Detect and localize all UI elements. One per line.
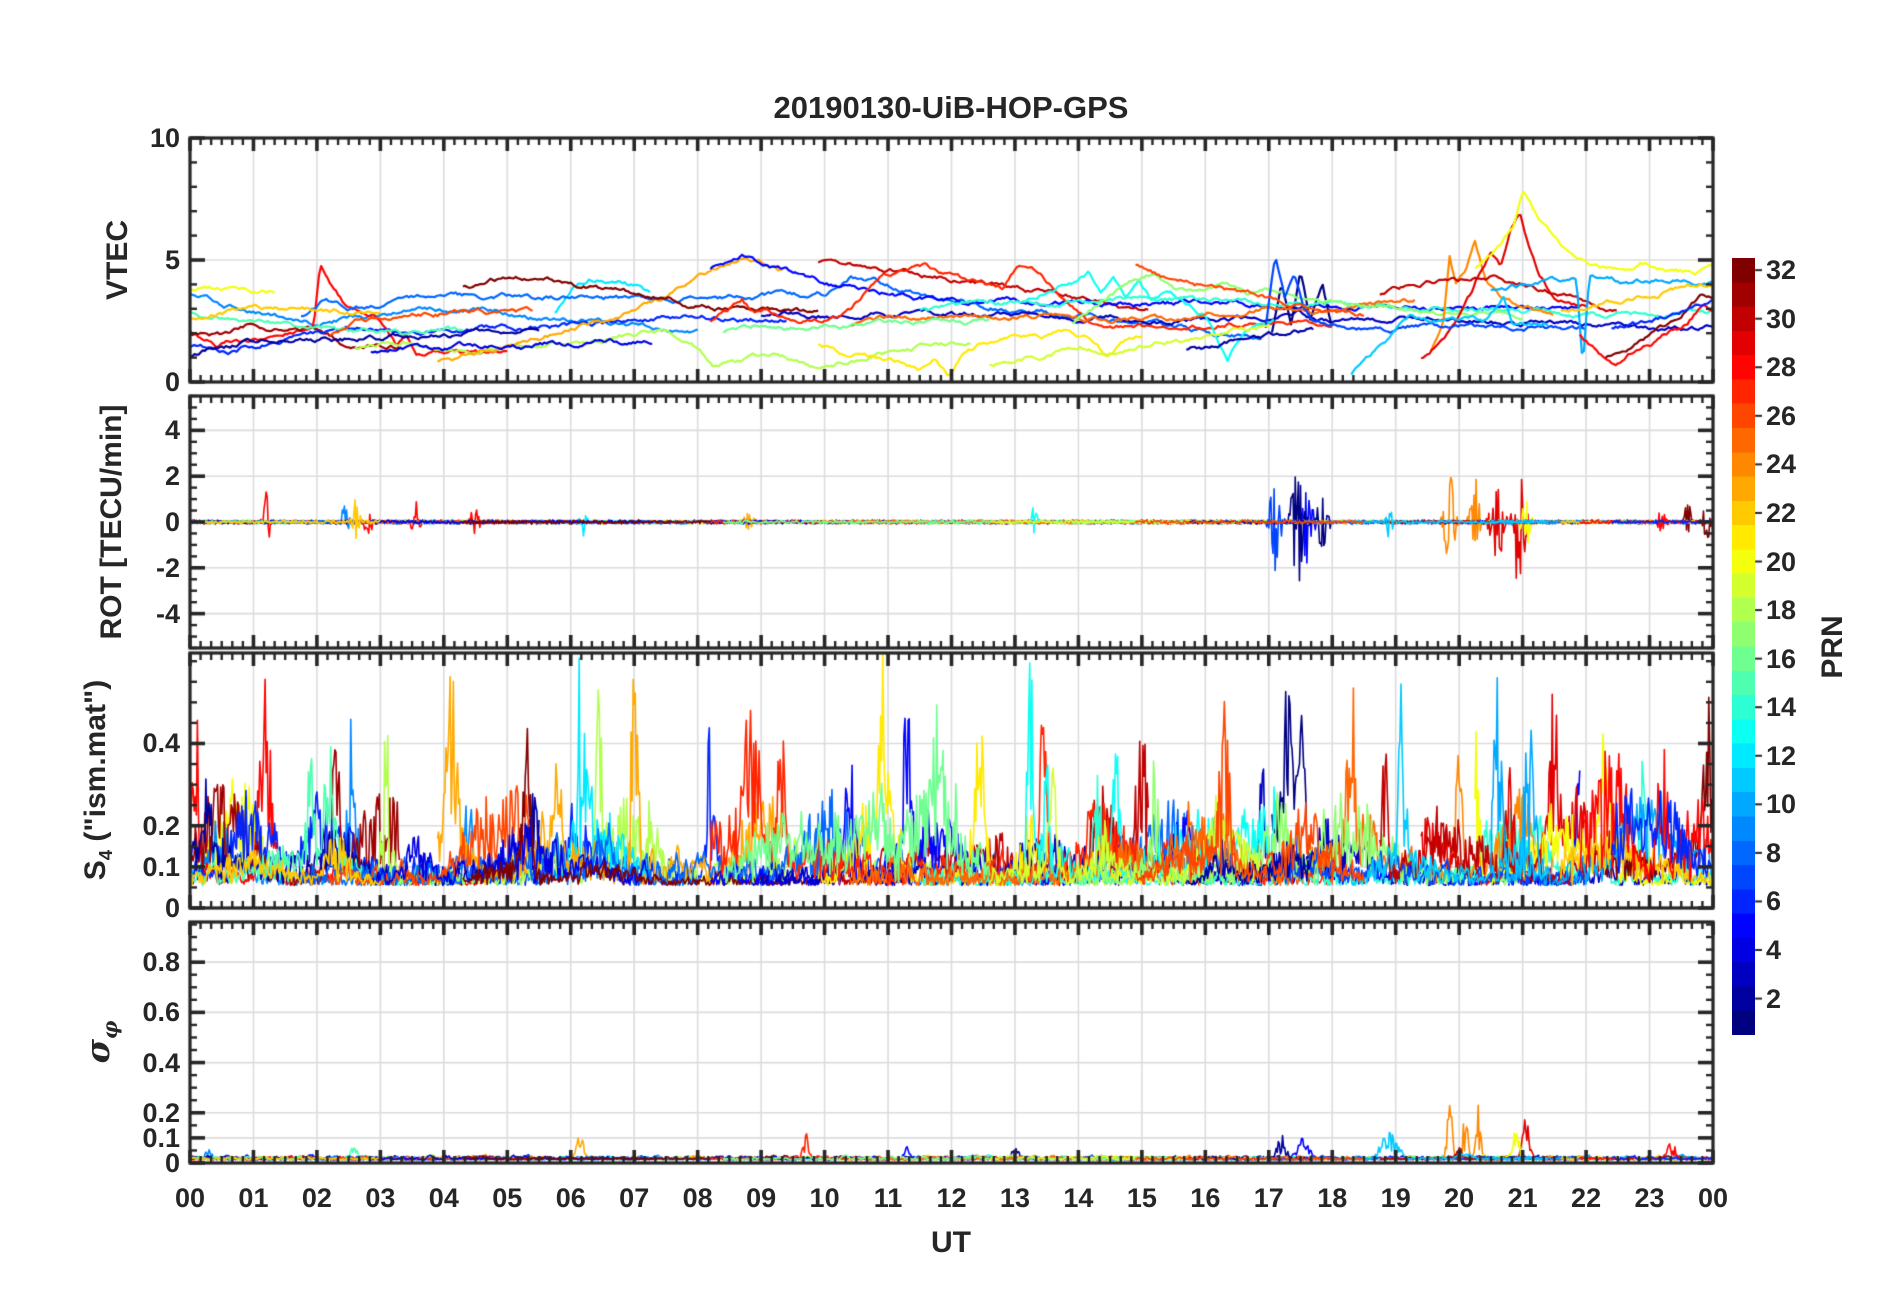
y-tick-label: 0.8: [142, 947, 180, 978]
gps-scintillation-figure: 20190130-UiB-HOP-GPS VTEC ROT [TECU/min]…: [0, 0, 1902, 1292]
y-tick-label: 0: [164, 507, 180, 537]
colorbar-tick-label: 22: [1766, 497, 1797, 528]
y-tick-label: 0.4: [142, 728, 180, 759]
y-tick-label: 0.4: [142, 1047, 180, 1078]
y-tick-label: -2: [155, 552, 180, 583]
colorbar-tick-label: 18: [1766, 595, 1797, 626]
colorbar-tick-label: 16: [1766, 643, 1797, 674]
colorbar-tick-label: 14: [1766, 692, 1797, 723]
colorbar-tick-label: 6: [1766, 886, 1782, 917]
y-tick-label: 0.2: [142, 810, 180, 841]
chart-title: 20190130-UiB-HOP-GPS: [773, 90, 1129, 125]
y-tick-label: 0: [164, 893, 180, 923]
y-tick-label: -4: [155, 598, 180, 629]
colorbar-tick-label: 20: [1766, 546, 1797, 577]
xlabel-ut: UT: [931, 1226, 971, 1259]
colorbar-tick-label: 28: [1766, 352, 1797, 383]
colorbar-tick-label: 10: [1766, 789, 1797, 820]
y-tick-label: 5: [164, 245, 180, 275]
colorbar-tick-label: 4: [1766, 935, 1782, 966]
colorbar-tick-label: 32: [1766, 255, 1797, 286]
colorbar-tick-label: 8: [1766, 837, 1782, 868]
y-tick-label: 10: [149, 123, 180, 153]
colorbar-tick-label: 12: [1766, 740, 1797, 771]
y-tick-label: 4: [164, 415, 180, 446]
colorbar: [1732, 258, 1755, 1035]
colorbar-tick-label: 26: [1766, 400, 1797, 431]
chart-canvas: [0, 0, 1902, 1292]
colorbar-tick-label: 30: [1766, 303, 1797, 334]
y-tick-label: 0: [164, 367, 180, 397]
y-tick-label: 0.6: [142, 997, 180, 1028]
y-tick-label: 2: [164, 461, 180, 492]
y-tick-label: 0.2: [142, 1097, 180, 1128]
x-tick-label: 00: [1697, 1183, 1729, 1213]
colorbar-tick-label: 24: [1766, 449, 1797, 480]
colorbar-tick-label: 2: [1766, 983, 1782, 1014]
y-tick-label: 0.1: [142, 851, 180, 882]
